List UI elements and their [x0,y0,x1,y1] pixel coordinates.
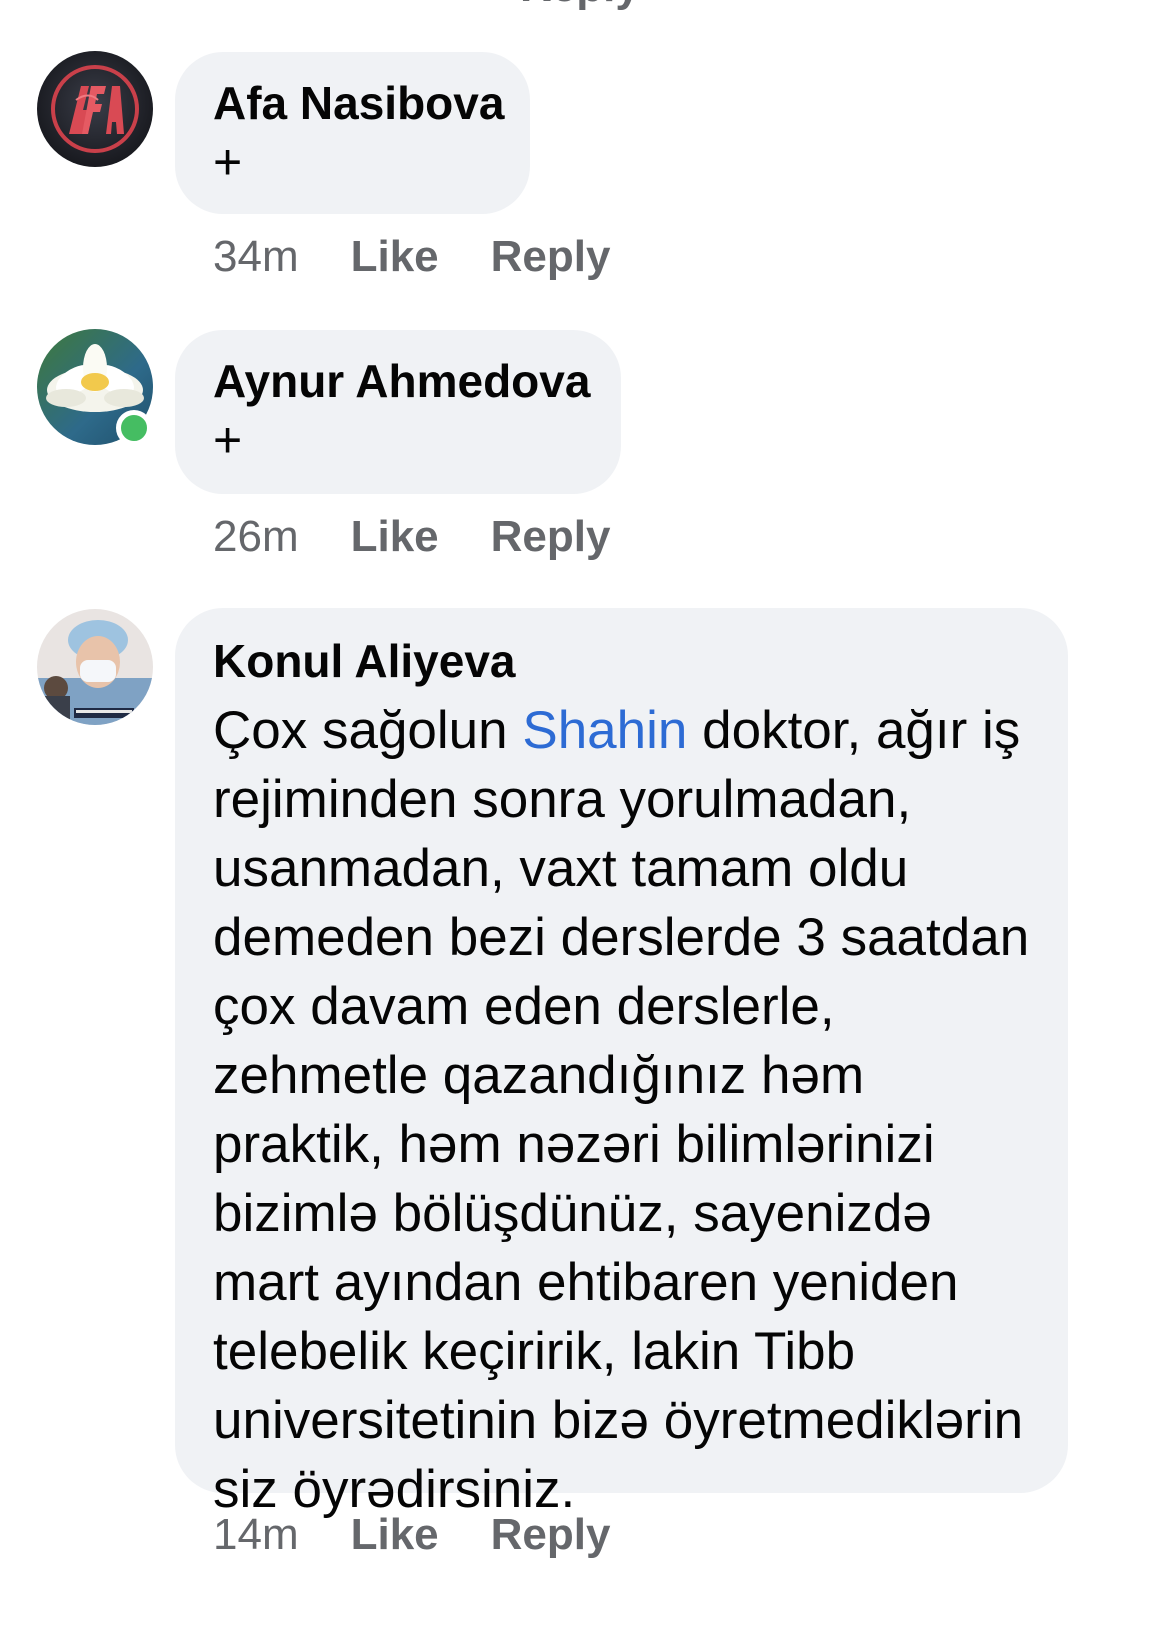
comment-bubble: Afa Nasibova + [175,52,530,214]
comment-actions: 14m Like Reply [213,1510,662,1560]
previous-reply-link[interactable]: Reply [520,0,640,12]
like-button[interactable]: Like [351,512,439,562]
mention-link[interactable]: Shahin [522,701,687,760]
comment-bubble: Konul Aliyeva Çox sağolun Shahin doktor,… [175,608,1068,1519]
comment-text-rest: doktor, ağır iş rejiminden sonra yorulma… [213,701,1030,1519]
water-lily-avatar[interactable] [36,328,156,448]
comment-actions: 26m Like Reply [213,512,662,562]
comment-author[interactable]: Afa Nasibova [213,74,504,132]
comment-text-start: Çox sağolun [213,701,523,760]
afa-logo-avatar[interactable] [36,50,156,170]
nurse-photo-avatar[interactable] [36,608,156,728]
comment-timestamp[interactable]: 14m [213,1510,299,1560]
comment-actions: 34m Like Reply [213,232,662,282]
comment-bubble: Aynur Ahmedova + [175,330,621,494]
comment-timestamp[interactable]: 26m [213,512,299,562]
comment-text: + [213,134,243,190]
comment-author[interactable]: Aynur Ahmedova [213,352,590,410]
comment-timestamp[interactable]: 34m [213,232,299,282]
online-status-indicator [116,410,152,446]
comment-text: Çox sağolun Shahin doktor, ağır iş rejim… [213,696,1032,1524]
like-button[interactable]: Like [351,232,439,282]
comment-text: + [213,412,243,468]
reply-button[interactable]: Reply [491,1510,611,1560]
like-button[interactable]: Like [351,1510,439,1560]
reply-button[interactable]: Reply [491,512,611,562]
reply-button[interactable]: Reply [491,232,611,282]
comment-author[interactable]: Konul Aliyeva [213,632,1032,690]
